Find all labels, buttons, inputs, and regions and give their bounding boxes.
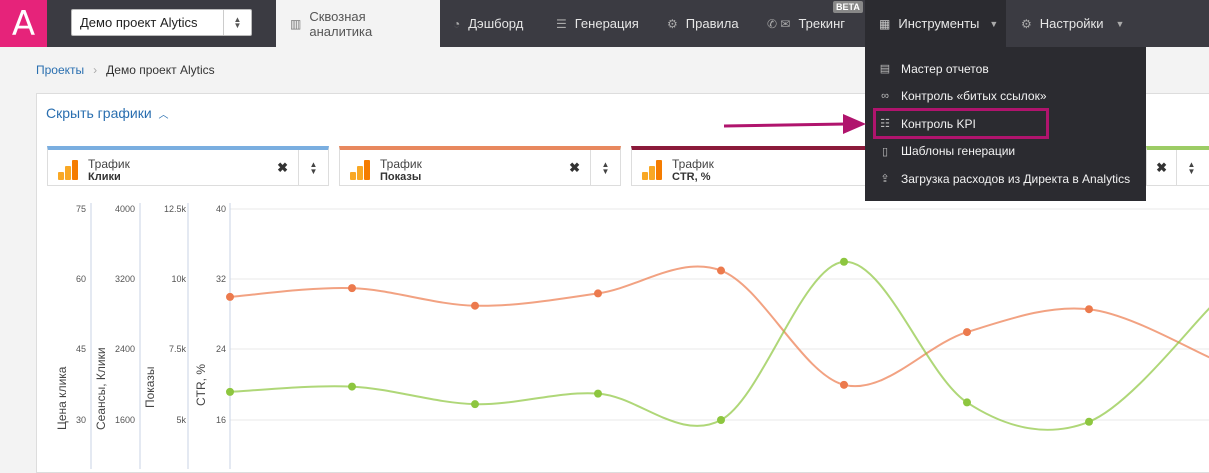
series-line xyxy=(229,265,1209,388)
series-line xyxy=(229,260,1209,431)
report-icon: ▤ xyxy=(879,63,891,76)
tick-label: 5k xyxy=(176,415,186,425)
data-point[interactable] xyxy=(963,398,971,407)
tick-label: 40 xyxy=(216,204,226,214)
tick-label: 75 xyxy=(76,204,86,214)
sliders-icon: ☷ xyxy=(880,118,890,131)
data-point[interactable] xyxy=(226,387,234,396)
data-point[interactable] xyxy=(594,289,602,298)
data-point[interactable] xyxy=(717,416,725,424)
data-point[interactable] xyxy=(471,301,479,310)
data-point[interactable] xyxy=(348,382,356,391)
tick-label: 1600 xyxy=(115,415,135,425)
tick-label: 12.5k xyxy=(164,204,187,214)
menu-item-label: Контроль «битых ссылок» xyxy=(901,89,1047,104)
menu-item-generation-templates[interactable]: ▯ Шаблоны генерации xyxy=(865,138,1146,166)
data-point[interactable] xyxy=(594,389,602,398)
menu-item-label: Загрузка расходов из Директа в Analytics xyxy=(901,171,1131,186)
menu-item-broken-links[interactable]: ∞ Контроль «битых ссылок» xyxy=(865,83,1146,111)
axis-title: Цена клика xyxy=(55,366,69,430)
data-point[interactable] xyxy=(717,266,725,275)
data-point[interactable] xyxy=(1085,417,1093,426)
data-point[interactable] xyxy=(348,284,356,293)
data-point[interactable] xyxy=(840,380,848,389)
axis-title: Показы xyxy=(143,367,157,408)
menu-item-label: Контроль KPI xyxy=(901,116,976,131)
tick-label: 7.5k xyxy=(169,344,187,354)
tick-label: 4000 xyxy=(115,204,135,214)
data-point[interactable] xyxy=(226,292,234,301)
axis-title: Сеансы, Клики xyxy=(94,347,108,430)
tick-label: 32 xyxy=(216,274,226,284)
tick-label: 30 xyxy=(76,415,86,425)
document-icon: ▯ xyxy=(881,145,889,158)
menu-item-kpi-control[interactable]: ☷ Контроль KPI xyxy=(865,110,1146,138)
tick-label: 2400 xyxy=(115,344,135,354)
link-icon: ∞ xyxy=(881,90,889,103)
tick-label: 16 xyxy=(216,415,226,425)
data-point[interactable] xyxy=(1085,305,1093,314)
upload-icon: ⇪ xyxy=(880,173,890,186)
tools-dropdown-menu: ▤ Мастер отчетов ∞ Контроль «битых ссыло… xyxy=(865,47,1146,201)
tick-label: 10k xyxy=(171,274,186,284)
menu-item-direct-cost-upload[interactable]: ⇪ Загрузка расходов из Директа в Analyti… xyxy=(865,165,1146,193)
tick-label: 60 xyxy=(76,274,86,284)
axis-title: CTR, % xyxy=(194,364,208,406)
data-point[interactable] xyxy=(471,400,479,409)
menu-item-label: Шаблоны генерации xyxy=(901,144,1016,159)
menu-item-label: Мастер отчетов xyxy=(901,61,989,76)
tick-label: 45 xyxy=(76,344,86,354)
tick-label: 3200 xyxy=(115,274,135,284)
data-point[interactable] xyxy=(963,328,971,337)
tick-label: 24 xyxy=(216,344,226,354)
menu-item-report-wizard[interactable]: ▤ Мастер отчетов xyxy=(865,55,1146,83)
data-point[interactable] xyxy=(840,257,848,266)
